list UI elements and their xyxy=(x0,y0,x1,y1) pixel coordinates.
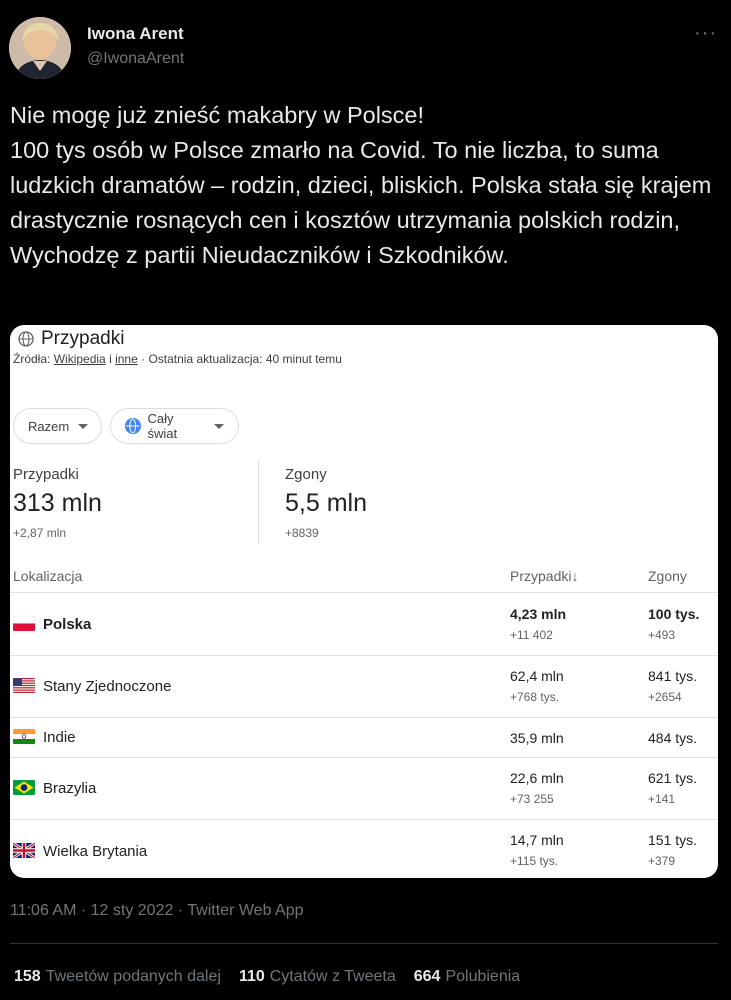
column-header-location: Lokalizacja xyxy=(13,568,83,584)
deaths-delta: +379 xyxy=(648,854,676,868)
quotes-label: Cytatów z Tweeta xyxy=(269,968,396,985)
retweets-stat[interactable]: 158 Tweetów podanych dalej xyxy=(14,968,221,986)
column-header-cases[interactable]: Przypadki↓ xyxy=(510,568,578,584)
retweets-count: 158 xyxy=(14,968,41,985)
table-row[interactable]: Brazylia 22,6 mln +73 255 621 tys. +141 xyxy=(10,758,718,818)
column-header-deaths[interactable]: Zgony xyxy=(648,568,687,584)
globe-icon xyxy=(125,418,141,434)
filter-region-label: Cały świat xyxy=(147,411,178,441)
cases-delta: +2,87 mln xyxy=(13,526,67,540)
arrow-down-icon: ↓ xyxy=(571,568,579,584)
card-sources: Źródła: Wikipedia i inne · Ostatnia aktu… xyxy=(13,352,342,366)
covid-stats-card: Przypadki Źródła: Wikipedia i inne · Ost… xyxy=(10,325,718,878)
author-handle[interactable]: @IwonaArent xyxy=(87,50,184,68)
deaths-value: 100 tys. xyxy=(648,606,700,622)
divider xyxy=(10,943,718,944)
table-row[interactable]: Stany Zjednoczone 62,4 mln +768 tys. 841… xyxy=(10,656,718,716)
flag-brazil-icon xyxy=(13,780,35,795)
filter-total-label: Razem xyxy=(28,418,70,434)
country-name: Brazylia xyxy=(43,780,97,797)
tweet-timestamp[interactable]: 11:06 AM · 12 sty 2022 · Twitter Web App xyxy=(10,902,304,920)
quotes-stat[interactable]: 110 Cytatów z Tweeta xyxy=(239,968,396,986)
country-name: Polska xyxy=(43,616,92,633)
column-header-cases-label: Przypadki xyxy=(510,568,572,584)
likes-count: 664 xyxy=(413,968,441,985)
deaths-delta: +8839 xyxy=(285,526,319,540)
country-name: Indie xyxy=(43,729,76,746)
cases-value: 313 mln xyxy=(13,489,102,517)
cases-delta: +73 255 xyxy=(510,792,554,806)
country-name: Stany Zjednoczone xyxy=(43,678,172,695)
cases-label: Przypadki xyxy=(13,466,79,483)
author-name[interactable]: Iwona Arent xyxy=(87,24,184,44)
cases-delta: +768 tys. xyxy=(510,690,560,704)
cases-value: 62,4 mln xyxy=(510,668,564,684)
card-title-text: Przypadki xyxy=(41,328,125,349)
cases-value: 22,6 mln xyxy=(510,770,564,786)
cases-value: 35,9 mln xyxy=(510,730,564,746)
cases-value: 14,7 mln xyxy=(510,832,564,848)
source-link-wikipedia[interactable]: Wikipedia xyxy=(54,352,106,366)
last-updated: · Ostatnia aktualizacja: 40 minut temu xyxy=(141,352,342,366)
quotes-count: 110 xyxy=(238,968,265,985)
chevron-down-icon xyxy=(78,423,89,429)
likes-label: Polubienia xyxy=(445,968,521,985)
avatar[interactable] xyxy=(9,17,71,79)
card-title: Przypadki xyxy=(18,328,124,350)
deaths-value: 621 tys. xyxy=(648,770,698,786)
cases-delta: +11 402 xyxy=(510,628,553,642)
tweet-text: Nie mogę już znieść makabry w Polsce! 10… xyxy=(10,102,712,268)
flag-uk-icon xyxy=(13,843,35,858)
more-icon[interactable]: ··· xyxy=(694,22,717,45)
deaths-delta: +2654 xyxy=(648,690,682,704)
chevron-down-icon xyxy=(214,423,224,429)
country-name: Wielka Brytania xyxy=(43,843,148,860)
sources-prefix: Źródła: xyxy=(13,352,51,366)
summary-divider xyxy=(258,461,259,544)
deaths-delta: +493 xyxy=(648,628,676,642)
deaths-value: 484 tys. xyxy=(648,730,698,746)
table-row[interactable]: Wielka Brytania 14,7 mln +115 tys. 151 t… xyxy=(10,820,718,878)
sources-and: i xyxy=(109,352,112,366)
filter-region-dropdown[interactable]: Cały świat xyxy=(110,408,239,444)
filter-total-dropdown[interactable]: Razem xyxy=(13,408,102,444)
table-row[interactable]: Polska 4,23 mln +11 402 100 tys. +493 xyxy=(10,593,718,654)
deaths-delta: +141 xyxy=(648,792,676,806)
cases-value: 4,23 mln xyxy=(510,606,567,622)
cases-delta: +115 tys. xyxy=(510,854,559,868)
retweets-label: Tweetów podanych dalej xyxy=(45,968,221,985)
table-row[interactable]: Indie 35,9 mln 484 tys. xyxy=(10,718,718,756)
flag-poland-icon xyxy=(13,616,35,631)
deaths-value: 5,5 mln xyxy=(285,489,367,517)
flag-india-icon xyxy=(13,729,35,744)
globe-icon xyxy=(18,331,34,347)
likes-stat[interactable]: 664 Polubienia xyxy=(414,968,520,986)
deaths-label: Zgony xyxy=(285,466,327,483)
deaths-value: 151 tys. xyxy=(648,832,698,848)
deaths-value: 841 tys. xyxy=(648,668,698,684)
flag-usa-icon xyxy=(13,678,35,693)
engagement-stats: 158 Tweetów podanych dalej 110 Cytatów z T… xyxy=(14,968,520,986)
source-link-other[interactable]: inne xyxy=(115,352,138,366)
